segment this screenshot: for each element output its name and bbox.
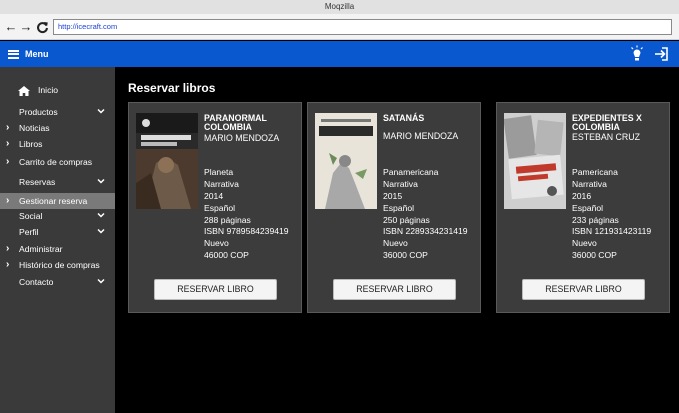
book-condition: Nuevo bbox=[204, 238, 229, 249]
book-price: 36000 COP bbox=[383, 250, 428, 261]
book-title: SATANÁS bbox=[383, 114, 478, 123]
browser-title: Moqzilla bbox=[324, 2, 355, 11]
sidebar-item-label: Gestionar reserva bbox=[19, 196, 88, 206]
book-pages: 233 páginas bbox=[572, 214, 619, 225]
chevron-down-icon bbox=[97, 108, 105, 114]
sidebar-item-contacto[interactable]: Contacto bbox=[0, 274, 115, 290]
book-condition: Nuevo bbox=[572, 238, 597, 249]
book-price: 36000 COP bbox=[572, 250, 617, 261]
book-title-line: SATANÁS bbox=[383, 113, 425, 123]
home-icon bbox=[18, 86, 30, 96]
book-author: ESTEBAN CRUZ bbox=[572, 132, 640, 142]
book-card: PARANORMAL COLOMBIA MARIO MENDOZA Planet… bbox=[128, 102, 302, 313]
browser-title-bar: Moqzilla bbox=[0, 0, 679, 14]
book-details: Planeta Narrativa 2014 Español 288 págin… bbox=[204, 167, 289, 262]
browser-toolbar: ← → http://icecraft.com bbox=[0, 14, 679, 40]
book-genre: Narrativa bbox=[383, 178, 418, 189]
sidebar-item-label: Social bbox=[19, 211, 43, 221]
book-publisher: Planeta bbox=[204, 167, 234, 177]
sidebar-item-productos[interactable]: Productos bbox=[0, 104, 115, 120]
sidebar-item-perfil[interactable]: Perfil bbox=[0, 224, 115, 240]
reserve-book-button[interactable]: RESERVAR LIBRO bbox=[522, 279, 645, 300]
reload-icon[interactable] bbox=[35, 20, 49, 34]
hamburger-icon bbox=[8, 49, 19, 59]
book-year: 2015 bbox=[383, 190, 403, 201]
book-cover-image bbox=[136, 113, 198, 209]
sidebar-item-historico[interactable]: › Histórico de compras bbox=[0, 257, 115, 273]
chevron-down-icon bbox=[97, 278, 105, 284]
sidebar-item-libros[interactable]: › Libros bbox=[0, 136, 115, 152]
sidebar-item-label: Contacto bbox=[19, 277, 54, 287]
sidebar-item-label: Libros bbox=[19, 139, 43, 149]
chevron-right-icon: › bbox=[6, 138, 10, 149]
book-title-line: COLOMBIA bbox=[572, 122, 620, 132]
book-year: 2016 bbox=[572, 190, 592, 201]
sidebar-item-label: Carrito de compras bbox=[19, 157, 93, 167]
book-card: SATANÁS MARIO MENDOZA Panamericana Narra… bbox=[307, 102, 481, 313]
book-year: 2014 bbox=[204, 190, 224, 201]
sidebar-item-label: Productos bbox=[19, 107, 58, 117]
main-content: Reservar libros PARANORMAL COLOMBIA MARI… bbox=[115, 67, 679, 413]
book-cover-image bbox=[315, 113, 377, 209]
book-genre: Narrativa bbox=[572, 178, 607, 189]
chevron-down-icon bbox=[97, 228, 105, 234]
chevron-right-icon: › bbox=[6, 156, 10, 167]
reserve-book-button[interactable]: RESERVAR LIBRO bbox=[333, 279, 456, 300]
book-details: Panamericana Narrativa 2015 Español 250 … bbox=[383, 167, 468, 262]
menu-label: Menu bbox=[25, 49, 49, 59]
sidebar-item-reservas[interactable]: Reservas bbox=[0, 174, 115, 190]
sidebar-item-label: Administrar bbox=[19, 244, 63, 254]
sidebar-item-label: Noticias bbox=[19, 123, 50, 133]
book-title: EXPEDIENTES X COLOMBIA bbox=[572, 114, 667, 132]
sidebar: Inicio Productos › Noticias › Libros › C… bbox=[0, 67, 115, 413]
book-author: MARIO MENDOZA bbox=[383, 131, 459, 141]
chevron-down-icon bbox=[97, 212, 105, 218]
sidebar-item-label: Histórico de compras bbox=[19, 260, 100, 270]
sidebar-item-noticias[interactable]: › Noticias bbox=[0, 120, 115, 136]
book-language: Español bbox=[383, 202, 415, 213]
book-title-line: COLOMBIA bbox=[204, 122, 252, 132]
book-title: PARANORMAL COLOMBIA bbox=[204, 114, 299, 132]
book-isbn: ISBN 2289334231419 bbox=[383, 226, 468, 237]
sidebar-item-carrito[interactable]: › Carrito de compras bbox=[0, 154, 115, 170]
book-language: Español bbox=[204, 202, 236, 213]
sidebar-item-gestionar-reserva[interactable]: › Gestionar reserva bbox=[0, 193, 115, 209]
book-publisher: Pamericana bbox=[572, 167, 618, 177]
app-header: Menu bbox=[0, 41, 679, 67]
book-genre: Narrativa bbox=[204, 178, 239, 189]
logout-icon[interactable] bbox=[653, 46, 669, 62]
book-condition: Nuevo bbox=[383, 238, 408, 249]
book-isbn: ISBN 121931423119 bbox=[572, 226, 652, 237]
menu-button[interactable]: Menu bbox=[8, 46, 49, 62]
chevron-right-icon: › bbox=[6, 243, 10, 254]
book-cover-image bbox=[504, 113, 566, 209]
sidebar-item-social[interactable]: Social bbox=[0, 208, 115, 224]
lightbulb-icon[interactable] bbox=[630, 45, 644, 63]
url-text: http://icecraft.com bbox=[58, 22, 118, 31]
book-language: Español bbox=[572, 202, 604, 213]
sidebar-item-label: Inicio bbox=[38, 85, 59, 95]
book-pages: 250 páginas bbox=[383, 214, 430, 225]
book-isbn: ISBN 9789584239419 bbox=[204, 226, 289, 237]
sidebar-item-administrar[interactable]: › Administrar bbox=[0, 241, 115, 257]
book-pages: 288 páginas bbox=[204, 214, 251, 225]
forward-arrow-icon[interactable]: → bbox=[19, 20, 33, 34]
sidebar-item-label: Perfil bbox=[19, 227, 39, 237]
chevron-right-icon: › bbox=[6, 259, 10, 270]
back-arrow-icon[interactable]: ← bbox=[4, 20, 18, 34]
sidebar-item-inicio[interactable]: Inicio bbox=[0, 82, 115, 98]
book-publisher: Panamericana bbox=[383, 167, 439, 177]
chevron-down-icon bbox=[97, 178, 105, 184]
chevron-right-icon: › bbox=[6, 195, 10, 206]
page-title: Reservar libros bbox=[128, 81, 216, 95]
url-input[interactable]: http://icecraft.com bbox=[53, 19, 672, 35]
book-details: Pamericana Narrativa 2016 Español 233 pá… bbox=[572, 167, 651, 262]
reserve-book-button[interactable]: RESERVAR LIBRO bbox=[154, 279, 277, 300]
sidebar-item-label: Reservas bbox=[19, 177, 56, 187]
book-price: 46000 COP bbox=[204, 250, 249, 261]
book-card: EXPEDIENTES X COLOMBIA ESTEBAN CRUZ Pame… bbox=[496, 102, 670, 313]
chevron-right-icon: › bbox=[6, 122, 10, 133]
book-author: MARIO MENDOZA bbox=[204, 133, 280, 143]
